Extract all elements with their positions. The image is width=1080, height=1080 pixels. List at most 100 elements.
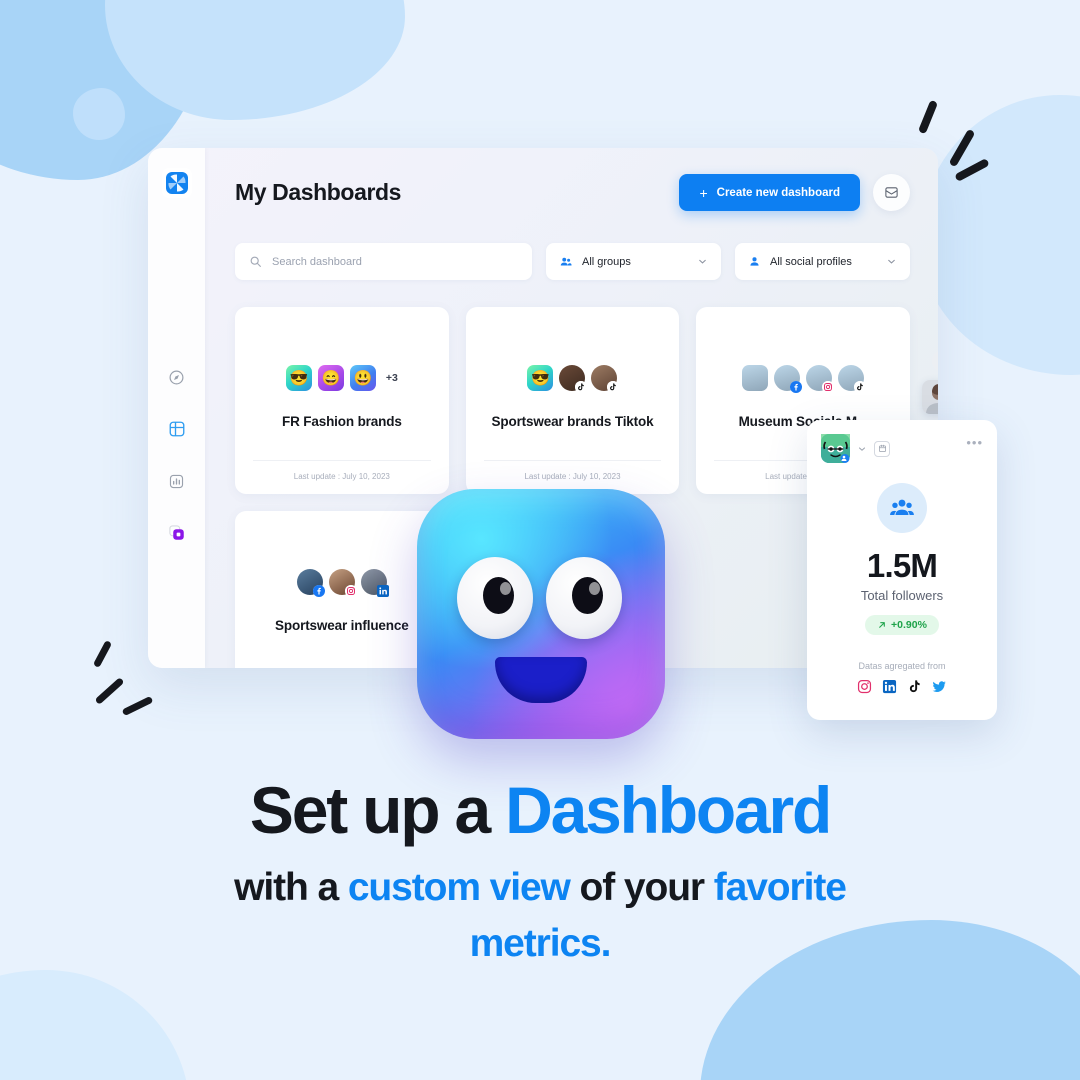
aggregated-social-icons [821,679,983,694]
card-avatar [806,365,835,393]
analytics-chart-icon [169,474,184,488]
inbox-icon [885,187,898,198]
user-icon [750,257,759,266]
profile-avatar[interactable] [821,434,850,463]
twitter-icon[interactable] [932,679,947,694]
dashboard-card-title: Sportswear influence [275,618,409,633]
card-avatar [559,365,588,393]
card-avatar [838,365,867,393]
background-blob [920,95,1080,375]
group-users-icon [560,257,572,265]
sidebar-item-reports[interactable] [166,522,188,544]
card-avatar [774,365,803,393]
dashboard-card-last-update: Last update : July 10, 2023 [483,460,662,481]
chevron-down-icon [699,259,706,264]
headline-text-plain: Set up a [249,773,506,847]
tiktok-badge-icon [575,381,588,393]
mascot-pupil [572,577,603,614]
aggregated-from-label: Datas agregated from [858,661,946,671]
mascot-right-eye [546,557,622,639]
create-new-dashboard-button[interactable]: + Create new dashboard [679,174,860,211]
more-options-icon[interactable]: ••• [966,436,983,449]
tiktok-badge-icon [854,381,867,393]
plus-icon: + [699,184,708,201]
sidebar-item-dashboards[interactable] [166,418,188,440]
speed-line-decoration [92,639,113,669]
subheadline-text-plain: with a [234,866,348,910]
dashboard-card-title: FR Fashion brands [281,414,402,429]
topbar: My Dashboards + Create new dashboard [235,174,910,211]
tiktok-icon[interactable] [907,679,922,694]
extra-avatars-count: +3 [385,372,398,384]
all-social-profiles-label: All social profiles [770,255,852,268]
card-avatar: 😎 [285,365,312,391]
date-range-icon [878,444,886,452]
stat-label: Total followers [860,588,944,603]
card-avatar: 😎 [527,365,554,391]
instagram-icon[interactable] [857,679,872,694]
collapse-rail-button[interactable] [932,350,938,372]
sidebar [148,148,205,668]
compass-icon [169,370,184,384]
chevron-down-icon [888,259,895,264]
linkedin-badge-icon [376,585,389,597]
subheadline-text-accent: favorite [713,866,847,910]
search-icon [250,256,261,267]
background-blob [0,970,190,1080]
linkedin-icon[interactable] [882,679,897,694]
metric-icon-badge [877,483,927,533]
dashboard-card[interactable]: 😎 Sportswear brands Tiktok Last update : J… [465,307,680,494]
headline-line-2: with a custom view of your favorite metr… [80,860,1000,971]
stat-card-footer: Datas agregated from [821,661,983,694]
date-range-button[interactable] [874,440,890,457]
card-avatar-stack [742,363,867,393]
facebook-badge-icon [312,585,325,597]
sidebar-item-analytics[interactable] [166,470,188,492]
sidebar-item-explore[interactable] [166,366,188,388]
stat-card-header: ••• [821,434,983,463]
card-avatar [360,569,389,597]
total-followers-stat-card: ••• 1.5M Total followers +0.90% Datas ag… [807,420,997,720]
tiktok-badge-icon [607,381,620,393]
stat-delta-value: +0.90% [891,619,927,631]
search-dashboard-field[interactable] [235,243,532,280]
card-avatar-stack: 😎 😄 😃 +3 [285,363,398,393]
filters-row: All groups All social profiles [235,243,910,280]
dashboard-card-last-update: Last update : July 10, 2023 [253,460,431,481]
chevron-down-icon[interactable] [857,444,867,454]
user-avatar[interactable] [922,380,938,414]
dashboard-grid-icon [169,421,184,437]
topbar-actions: + Create new dashboard [679,174,910,211]
subheadline-text-accent: custom view [347,866,571,910]
dashboard-card-title: Sportswear brands Tiktok [491,414,654,429]
avatar-image [922,380,938,414]
search-input[interactable] [272,255,518,268]
card-avatar-stack [296,567,389,597]
mascot-pupil [483,577,514,614]
all-groups-select[interactable]: All groups [546,243,721,280]
inbox-button[interactable] [873,174,910,211]
subheadline-text-plain: of your [569,866,714,910]
speed-line-decoration [94,677,125,705]
stat-delta-badge: +0.90% [865,615,939,635]
create-new-dashboard-label: Create new dashboard [716,186,840,199]
page-title: My Dashboards [235,179,402,205]
group-users-icon [890,499,914,516]
card-avatar [328,569,357,597]
dashboard-card[interactable]: 😎 😄 😃 +3 FR Fashion brands Last update : July… [235,307,449,494]
card-avatar [591,365,620,393]
headline-text-accent: Dashboard [505,773,832,847]
arrow-up-right-icon [879,622,885,628]
facebook-badge-icon [790,381,803,393]
headline-block: Set up a Dashboard with a custom view of… [0,773,1080,971]
blue-square-mascot [417,489,665,739]
speed-line-decoration [121,695,154,717]
card-avatar: 😄 [317,365,344,391]
stat-card-body: 1.5M Total followers +0.90% [821,483,983,635]
reports-icon [168,525,184,540]
all-social-profiles-select[interactable]: All social profiles [735,243,910,280]
app-logo[interactable] [161,168,192,198]
card-avatar: 😃 [349,365,376,391]
stat-value: 1.5M [866,547,938,584]
propeller-logo-icon [165,172,188,194]
